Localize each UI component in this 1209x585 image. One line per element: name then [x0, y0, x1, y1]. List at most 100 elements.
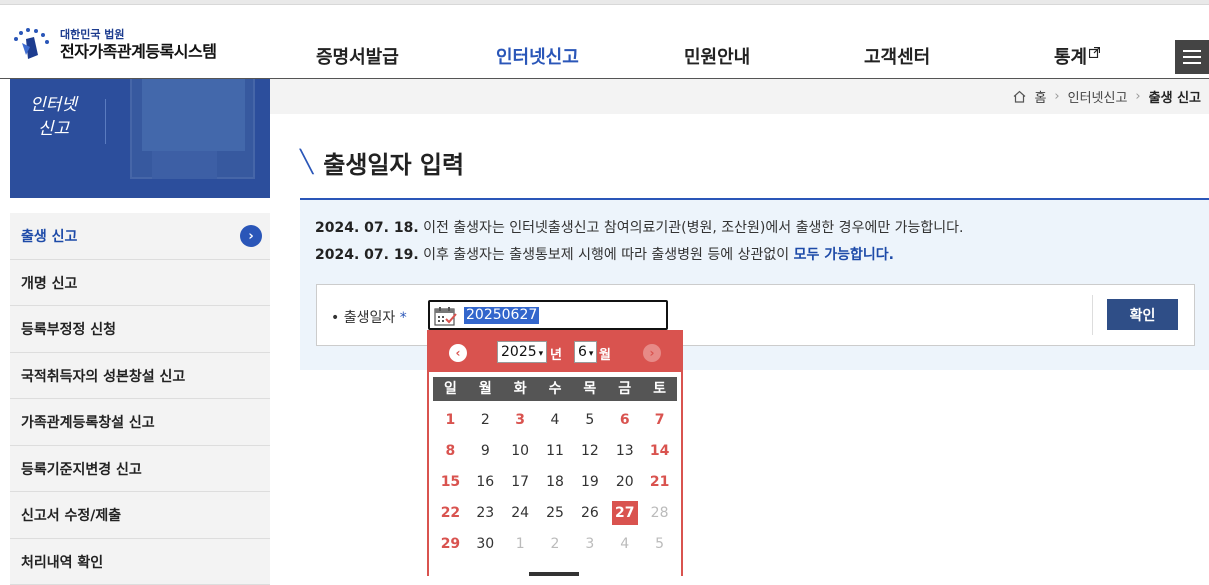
picker-footer-bar: [529, 572, 579, 576]
home-icon: [1013, 90, 1026, 103]
sidebar-item-label: 국적취득자의 성본창설 신고: [21, 366, 185, 386]
hamburger-menu-icon[interactable]: [1175, 40, 1209, 74]
label-bullet: •: [331, 310, 339, 326]
calendar-day: 1: [503, 529, 538, 560]
calendar-day[interactable]: 17: [503, 467, 538, 498]
calendar-day[interactable]: 6: [607, 405, 642, 436]
nav-civil-guide[interactable]: 민원안내: [684, 43, 750, 69]
calendar-day[interactable]: 1: [433, 405, 468, 436]
sidebar-item-edit-submit[interactable]: 신고서 수정/제출: [10, 492, 270, 539]
calendar-day[interactable]: 10: [503, 436, 538, 467]
birth-date-input[interactable]: 20250627: [428, 300, 668, 330]
calendar-day[interactable]: 20: [607, 467, 642, 498]
calendar-grid: 1234567891011121314151617181920212223242…: [433, 405, 677, 560]
calendar-day[interactable]: 23: [468, 498, 503, 529]
calendar-day[interactable]: 5: [572, 405, 607, 436]
sidebar-item-label: 출생 신고: [21, 226, 77, 246]
calendar-day[interactable]: 24: [503, 498, 538, 529]
birth-date-label: • 출생일자 *: [331, 307, 407, 327]
court-logo-icon: [10, 25, 54, 65]
calendar-day[interactable]: 12: [572, 436, 607, 467]
weekday-label: 목: [572, 377, 607, 401]
calendar-day[interactable]: 13: [607, 436, 642, 467]
calendar-day[interactable]: 29: [433, 529, 468, 560]
breadcrumb-home[interactable]: 홈: [1034, 87, 1046, 106]
calendar-day: 28: [642, 498, 677, 529]
nav-certificate[interactable]: 증명서발급: [316, 43, 399, 69]
label-text: 출생일자: [344, 310, 396, 326]
calendar-day[interactable]: 9: [468, 436, 503, 467]
sidebar-nav: 출생 신고 › 개명 신고 등록부정정 신청 국적취득자의 성본창설 신고 가족관…: [10, 213, 270, 585]
breadcrumb-internet-report[interactable]: 인터넷신고: [1068, 87, 1128, 106]
calendar-day[interactable]: 30: [468, 529, 503, 560]
weekday-header: 일 월 화 수 목 금 토: [433, 377, 677, 401]
sidebar-item-label: 신고서 수정/제출: [21, 505, 121, 525]
title-tick-icon: ╲: [300, 150, 313, 175]
calendar-week-row: 1234567: [433, 405, 677, 436]
calendar-day[interactable]: 14: [642, 436, 677, 467]
calendar-day[interactable]: 4: [538, 405, 573, 436]
required-mark: *: [400, 310, 407, 326]
sidebar-item-label: 등록기준지변경 신고: [21, 459, 142, 479]
calendar-day[interactable]: 21: [642, 467, 677, 498]
calendar-day[interactable]: 22: [433, 498, 468, 529]
dropdown-arrow-icon: ▾: [539, 349, 544, 359]
calendar-day: 5: [642, 529, 677, 560]
sidebar-item-label: 처리내역 확인: [21, 552, 103, 572]
date-picker: ‹ 2025▾ 년 6▾ 월 › 일 월 화 수 목 금 토 123456789…: [427, 330, 683, 576]
notice-text-2: 이후 출생자는 출생통보제 시행에 따라 출생병원 등에 상관없이: [419, 247, 794, 263]
calendar-day[interactable]: 18: [538, 467, 573, 498]
calendar-week-row: 15161718192021: [433, 467, 677, 498]
calendar-day[interactable]: 26: [572, 498, 607, 529]
year-select[interactable]: 2025▾: [497, 341, 547, 363]
calendar-day: 4: [607, 529, 642, 560]
calendar-day[interactable]: 8: [433, 436, 468, 467]
calendar-day: 3: [572, 529, 607, 560]
sidebar-item-registration-base-change[interactable]: 등록기준지변경 신고: [10, 446, 270, 493]
month-select-value: 6: [578, 344, 587, 360]
banner-title-line2: 신고: [30, 117, 77, 141]
selected-day[interactable]: 27: [612, 501, 638, 525]
prev-month-icon[interactable]: ‹: [449, 344, 467, 362]
calendar-day[interactable]: 19: [572, 467, 607, 498]
site-logo[interactable]: 대한민국 법원 전자가족관계등록시스템: [10, 25, 216, 65]
weekday-label: 월: [468, 377, 503, 401]
calendar-icon[interactable]: [434, 306, 458, 326]
notice-text-1: 이전 출생자는 인터넷출생신고 참여의료기관(병원, 조산원)에서 출생한 경우…: [419, 220, 964, 236]
calendar-day[interactable]: 3: [503, 405, 538, 436]
sidebar-item-birth-report[interactable]: 출생 신고 ›: [10, 213, 270, 260]
nav-customer-center[interactable]: 고객센터: [864, 43, 930, 69]
chevron-right-icon: ›: [240, 225, 262, 247]
weekday-label: 수: [538, 377, 573, 401]
confirm-button[interactable]: 확인: [1107, 299, 1178, 330]
nav-statistics[interactable]: 통계: [1054, 43, 1100, 69]
sidebar-item-register-correction[interactable]: 등록부정정 신청: [10, 306, 270, 353]
page-title: ╲ 출생일자 입력: [300, 145, 464, 180]
nav-internet-report[interactable]: 인터넷신고: [496, 43, 579, 69]
calendar-day[interactable]: 2: [468, 405, 503, 436]
calendar-day[interactable]: 7: [642, 405, 677, 436]
external-link-icon: [1089, 47, 1100, 58]
notice-line-2: 2024. 07. 19. 이후 출생자는 출생통보제 시행에 따라 출생병원 …: [315, 244, 894, 264]
calendar-day: 2: [538, 529, 573, 560]
notice-date-2: 2024. 07. 19.: [315, 247, 419, 263]
calendar-day[interactable]: 15: [433, 467, 468, 498]
banner-title-line1: 인터넷: [30, 93, 77, 117]
sidebar-item-family-register-creation[interactable]: 가족관계등록창설 신고: [10, 399, 270, 446]
breadcrumb: 홈 › 인터넷신고 › 출생 신고: [1013, 87, 1201, 106]
logo-subtitle: 대한민국 법원: [60, 28, 216, 42]
year-unit: 년: [550, 344, 562, 363]
page-title-text: 출생일자 입력: [323, 145, 464, 180]
calendar-day[interactable]: 11: [538, 436, 573, 467]
calendar-day[interactable]: 25: [538, 498, 573, 529]
sidebar-item-name-change[interactable]: 개명 신고: [10, 260, 270, 307]
year-select-value: 2025: [501, 344, 537, 360]
month-select[interactable]: 6▾: [574, 341, 597, 363]
weekday-label: 토: [642, 377, 677, 401]
calendar-day[interactable]: 27: [607, 498, 642, 529]
sidebar-item-processing-history[interactable]: 처리내역 확인: [10, 539, 270, 585]
next-month-icon[interactable]: ›: [643, 344, 661, 362]
calendar-day[interactable]: 16: [468, 467, 503, 498]
sidebar-item-naturalized-surname[interactable]: 국적취득자의 성본창설 신고: [10, 353, 270, 400]
notice-date-1: 2024. 07. 18.: [315, 220, 419, 236]
